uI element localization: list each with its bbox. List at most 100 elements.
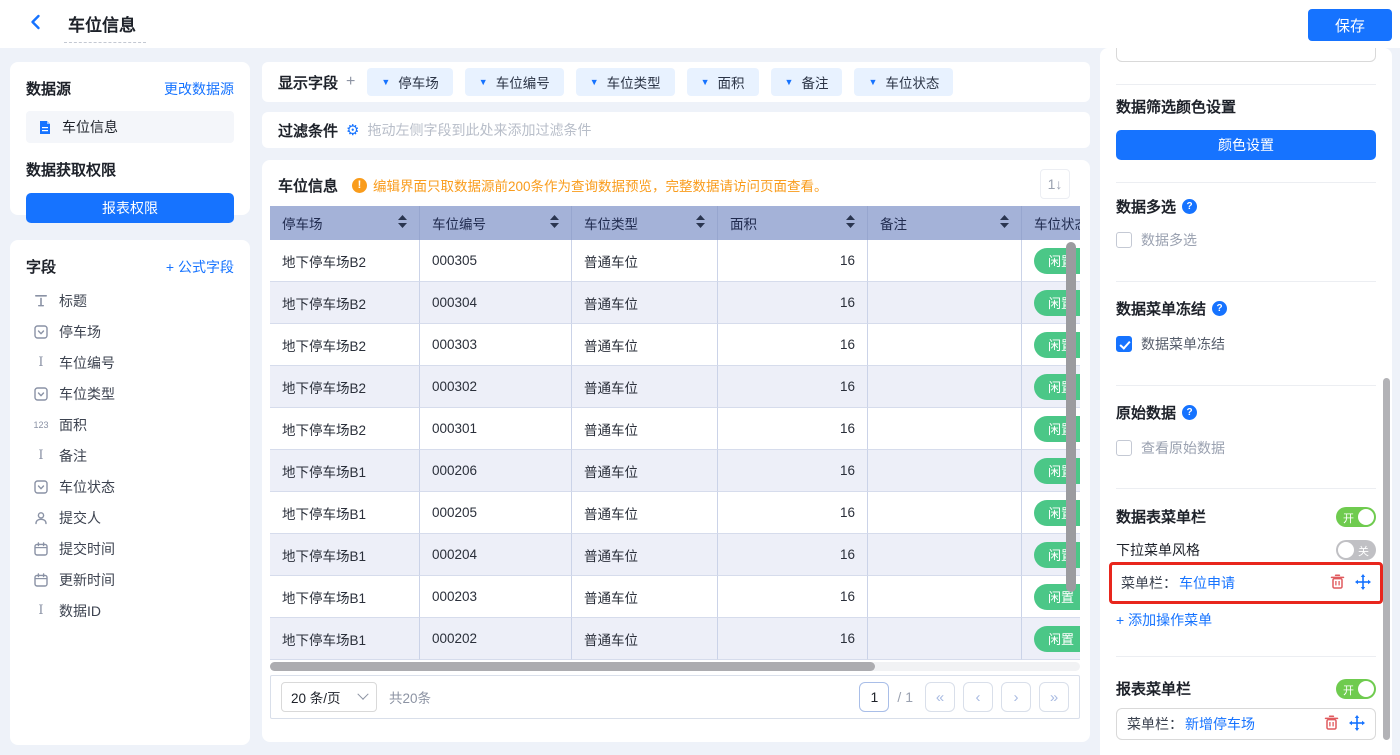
column-header-remark[interactable]: 备注	[868, 206, 1022, 240]
column-header-parking[interactable]: 停车场	[270, 206, 420, 240]
filter-bar: 过滤条件 ⚙ 拖动左侧字段到此处来添加过滤条件	[262, 112, 1090, 148]
menu-item-name[interactable]: 车位申请	[1179, 573, 1235, 593]
cell-parking: 地下停车场B1	[270, 450, 420, 492]
chevron-down-icon: ▼	[479, 77, 488, 87]
chevron-down-icon	[357, 689, 368, 700]
last-page-button[interactable]: »	[1039, 682, 1069, 712]
table-vertical-scrollbar[interactable]	[1066, 242, 1076, 592]
color-setting-button[interactable]: 颜色设置	[1116, 130, 1376, 160]
field-item-update-time[interactable]: 更新时间	[26, 564, 234, 595]
chevron-down-icon: ▼	[701, 77, 710, 87]
sort-arrows-icon[interactable]	[696, 215, 705, 232]
cell-type: 普通车位	[572, 492, 718, 534]
table-row[interactable]: 地下停车场B1 000206 普通车位 16 闲置	[270, 450, 1080, 492]
field-item-parking[interactable]: 停车场	[26, 316, 234, 347]
column-header-code[interactable]: 车位编号	[420, 206, 572, 240]
report-menu-toggle-on[interactable]: 开	[1336, 679, 1376, 699]
column-header-type[interactable]: 车位类型	[572, 206, 718, 240]
sort-arrows-icon[interactable]	[398, 215, 407, 232]
dropdown-style-toggle-off[interactable]: 关	[1336, 540, 1376, 560]
freeze-checkbox-row[interactable]: 数据菜单冻结	[1116, 334, 1376, 354]
field-item-slot-code[interactable]: I 车位编号	[26, 347, 234, 378]
sort-arrows-icon[interactable]	[550, 215, 559, 232]
column-header-status[interactable]: 车位状态	[1022, 206, 1080, 240]
field-item-remark[interactable]: I 备注	[26, 440, 234, 471]
table-row[interactable]: 地下停车场B1 000202 普通车位 16 闲置	[270, 618, 1080, 660]
field-item-area[interactable]: 123 面积	[26, 409, 234, 440]
delete-icon[interactable]	[1330, 574, 1345, 592]
move-icon[interactable]	[1349, 715, 1365, 734]
table-horizontal-scrollbar[interactable]	[270, 662, 875, 671]
add-action-menu-link[interactable]: + 添加操作菜单	[1116, 610, 1376, 630]
cell-area: 16	[718, 282, 868, 324]
cell-remark	[868, 576, 1022, 618]
current-page-input[interactable]: 1	[859, 682, 889, 712]
checkbox-checked[interactable]	[1116, 336, 1132, 352]
table-menu-item-row[interactable]: 菜单栏： 车位申请	[1117, 569, 1375, 597]
raw-data-checkbox-row[interactable]: 查看原始数据	[1116, 438, 1376, 458]
field-chip-slot-code[interactable]: ▼车位编号	[465, 68, 564, 96]
menu-item-name[interactable]: 新增停车场	[1185, 714, 1255, 734]
cell-parking: 地下停车场B1	[270, 534, 420, 576]
table-menu-toggle-on[interactable]: 开	[1336, 507, 1376, 527]
field-chip-remark[interactable]: ▼备注	[771, 68, 843, 96]
delete-icon[interactable]	[1324, 715, 1339, 733]
table-row[interactable]: 地下停车场B2 000305 普通车位 16 闲置	[270, 240, 1080, 282]
cell-remark	[868, 240, 1022, 282]
sort-arrows-icon[interactable]	[846, 215, 855, 232]
field-chip-slot-type[interactable]: ▼车位类型	[576, 68, 675, 96]
field-item-slot-status[interactable]: 车位状态	[26, 471, 234, 502]
cell-remark	[868, 450, 1022, 492]
gear-icon[interactable]: ⚙	[346, 123, 359, 138]
field-item-submit-time[interactable]: 提交时间	[26, 533, 234, 564]
field-chip-area[interactable]: ▼面积	[687, 68, 759, 96]
help-icon[interactable]: ?	[1212, 301, 1227, 316]
chip-label: 备注	[801, 72, 828, 92]
cell-code: 000302	[420, 366, 572, 408]
cell-remark	[868, 282, 1022, 324]
table-row[interactable]: 地下停车场B2 000303 普通车位 16 闲置	[270, 324, 1080, 366]
back-button[interactable]	[24, 12, 48, 36]
report-permission-button[interactable]: 报表权限	[26, 193, 234, 223]
sort-arrows-icon[interactable]	[1000, 215, 1009, 232]
add-formula-field-link[interactable]: + 公式字段	[166, 257, 234, 277]
text-icon: I	[32, 603, 50, 618]
field-chip-parking[interactable]: ▼停车场	[367, 68, 452, 96]
field-chip-slot-status[interactable]: ▼车位状态	[854, 68, 953, 96]
add-display-field-button[interactable]: +	[346, 73, 355, 91]
table-row[interactable]: 地下停车场B1 000204 普通车位 16 闲置	[270, 534, 1080, 576]
divider	[1116, 656, 1376, 657]
fields-title: 字段	[26, 256, 56, 277]
field-item-submitter[interactable]: 提交人	[26, 502, 234, 533]
field-item-data-id[interactable]: I 数据ID	[26, 595, 234, 626]
report-menu-item-row[interactable]: 菜单栏： 新增停车场	[1116, 708, 1376, 740]
field-item-slot-type[interactable]: 车位类型	[26, 378, 234, 409]
table-row[interactable]: 地下停车场B2 000304 普通车位 16 闲置	[270, 282, 1080, 324]
help-icon[interactable]: ?	[1182, 199, 1197, 214]
save-button[interactable]: 保存	[1308, 9, 1392, 41]
checkbox-unchecked[interactable]	[1116, 232, 1132, 248]
change-datasource-link[interactable]: 更改数据源	[164, 79, 234, 99]
field-list: 标题 停车场 I 车位编号 车位类型 123 面积 I 备注 车位状态 提交人	[26, 285, 234, 626]
settings-panel-scrollbar[interactable]	[1383, 378, 1390, 740]
table-row[interactable]: 地下停车场B2 000302 普通车位 16 闲置	[270, 366, 1080, 408]
move-icon[interactable]	[1355, 574, 1371, 593]
column-header-area[interactable]: 面积	[718, 206, 868, 240]
first-page-button[interactable]: «	[925, 682, 955, 712]
help-icon[interactable]: ?	[1182, 405, 1197, 420]
table-row[interactable]: 地下停车场B2 000301 普通车位 16 闲置	[270, 408, 1080, 450]
checkbox-unchecked[interactable]	[1116, 440, 1132, 456]
table-row[interactable]: 地下停车场B1 000203 普通车位 16 闲置	[270, 576, 1080, 618]
datasource-item[interactable]: 车位信息	[26, 111, 234, 143]
next-page-button[interactable]: ›	[1001, 682, 1031, 712]
checkbox-label: 数据多选	[1141, 230, 1197, 250]
page-size-select[interactable]: 20 条/页	[281, 682, 377, 712]
table-row[interactable]: 地下停车场B1 000205 普通车位 16 闲置	[270, 492, 1080, 534]
prev-page-button[interactable]: ‹	[963, 682, 993, 712]
chip-label: 车位类型	[607, 72, 661, 92]
cell-area: 16	[718, 240, 868, 282]
sort-tool-button[interactable]: 1↓	[1040, 169, 1070, 199]
multiselect-checkbox-row[interactable]: 数据多选	[1116, 230, 1376, 250]
partial-menu-item-row[interactable]	[1116, 48, 1376, 62]
field-item-title[interactable]: 标题	[26, 285, 234, 316]
